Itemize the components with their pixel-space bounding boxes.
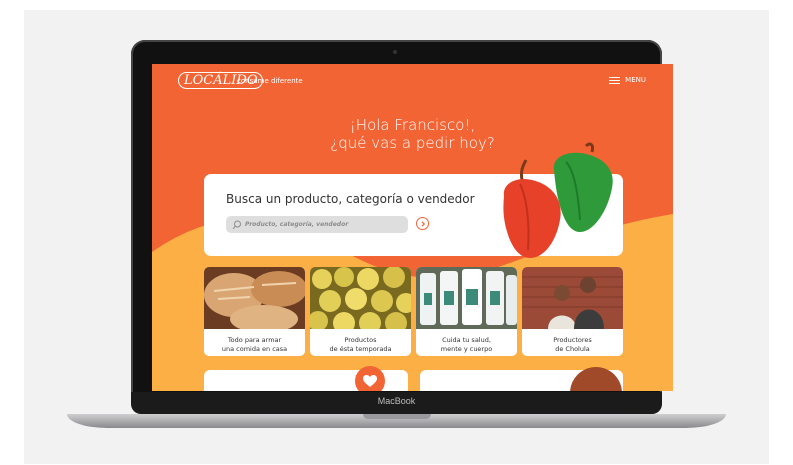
app-screen: LOCÁLIDO consume diferente MENU ¡Hola Fr… [152, 64, 673, 391]
producers-image [522, 267, 623, 329]
device-label: MacBook [377, 396, 416, 406]
tagline: consume diferente [237, 77, 303, 85]
category-card-temporada[interactable]: Productos de ésta temporada [310, 267, 411, 356]
laptop-base [67, 414, 726, 428]
search-icon [232, 220, 241, 229]
chevron-right-icon [421, 220, 425, 227]
menu-button[interactable]: MENU [609, 76, 646, 84]
heart-icon [363, 374, 377, 387]
hamburger-icon [609, 76, 621, 84]
camera-icon [393, 50, 397, 54]
category-label: Productores de Cholula [553, 336, 592, 353]
category-card-comida[interactable]: Todo para armar una comida en casa [204, 267, 305, 356]
category-label: Todo para armar una comida en casa [221, 336, 288, 353]
peppers-illustration [503, 142, 613, 258]
bread-image [204, 267, 305, 333]
search-placeholder: Producto, categoría, vendedor [245, 221, 349, 228]
greeting-line-1: ¡Hola Francisco!, [349, 116, 476, 134]
category-card-salud[interactable]: Cuida tu salud, mente y cuerpo [416, 267, 517, 356]
menu-label: MENU [625, 76, 646, 84]
favorites-badge[interactable] [355, 366, 385, 391]
category-label: Productos de ésta temporada [329, 336, 392, 353]
category-label: Cuida tu salud, mente y cuerpo [440, 336, 493, 353]
search-input[interactable]: Producto, categoría, vendedor [226, 216, 408, 233]
laptop-bezel: MacBook [131, 392, 662, 414]
search-title: Busca un producto, categoría o vendedor [226, 192, 475, 206]
category-card-productores[interactable]: Productores de Cholula [522, 267, 623, 356]
guavas-image [310, 267, 411, 334]
bottles-image [416, 267, 517, 329]
search-submit-button[interactable] [416, 217, 429, 230]
base-notch [363, 414, 431, 419]
